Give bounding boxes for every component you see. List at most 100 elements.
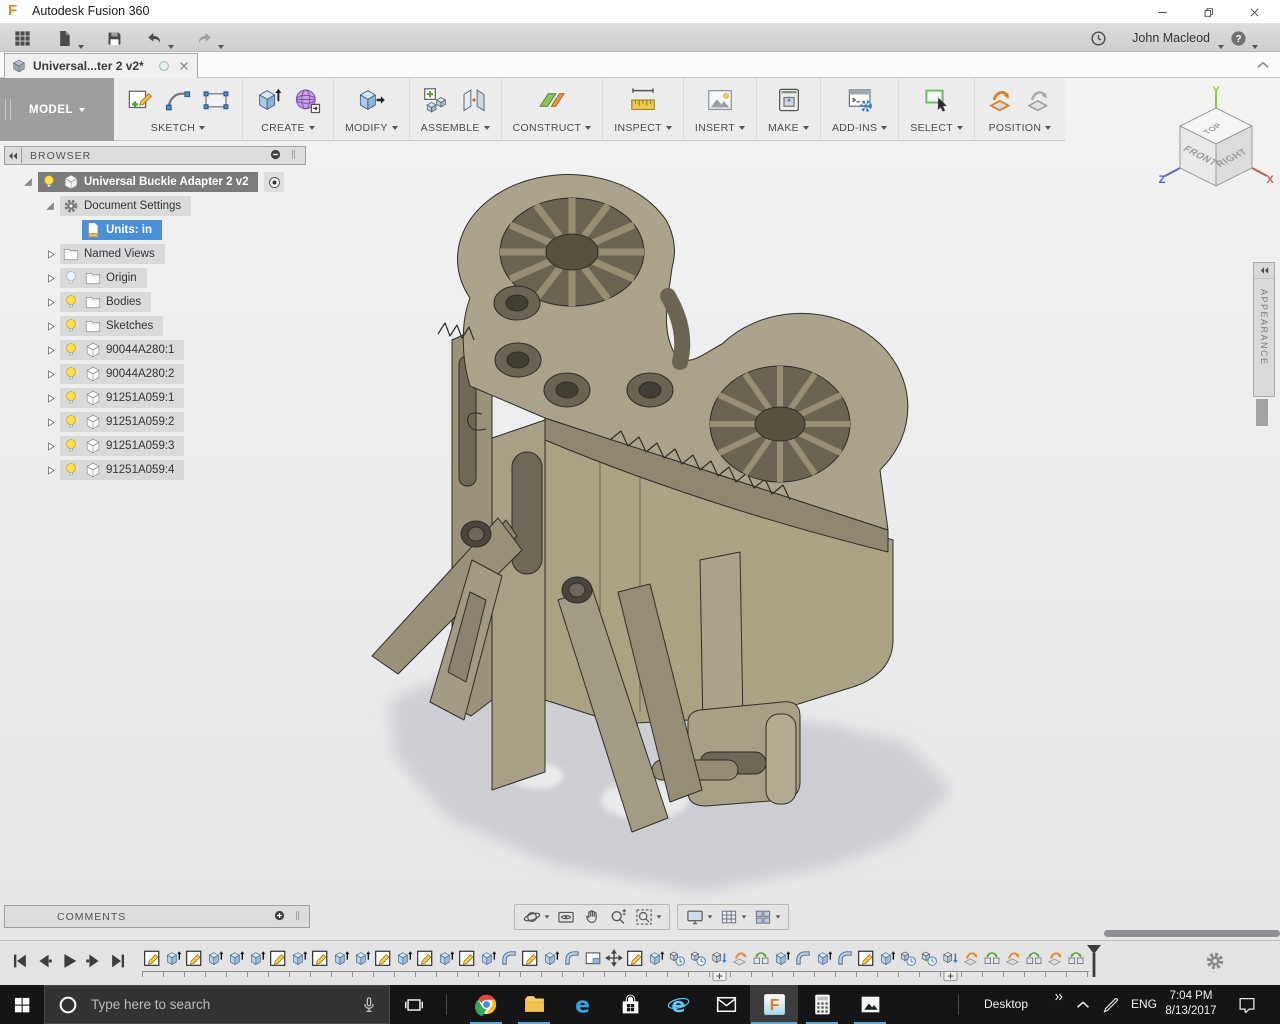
tray-desktop-toolbar[interactable]: Desktop (984, 997, 1028, 1011)
browser-item-chip[interactable]: Named Views (60, 244, 165, 264)
timeline-playhead[interactable] (1086, 945, 1102, 977)
panel-grip-icon[interactable] (287, 148, 302, 163)
timeline-feature-joint[interactable] (731, 949, 749, 967)
browser-item-chip[interactable]: Universal Buckle Adapter 2 v2 (38, 172, 258, 192)
timeline-feature-sketch[interactable] (185, 949, 203, 967)
vertical-scrollbar-thumb[interactable] (1256, 399, 1268, 426)
start-button[interactable] (0, 985, 44, 1024)
action-center-icon[interactable] (1236, 994, 1258, 1016)
browser-item-chip[interactable]: 91251A059:3 (60, 436, 184, 456)
visibility-bulb-icon[interactable] (62, 461, 80, 479)
collapse-arrow-icon[interactable] (18, 172, 38, 192)
ribbon-menu-position[interactable]: POSITION (989, 122, 1052, 134)
visibility-bulb-icon[interactable] (62, 389, 80, 407)
timeline-feature-circular[interactable] (668, 949, 686, 967)
help-button[interactable]: ? (1226, 27, 1250, 49)
measure-icon[interactable] (628, 85, 658, 115)
timeline-feature-extrude[interactable] (206, 949, 224, 967)
zoom-button[interactable] (605, 907, 631, 927)
expand-arrow-icon[interactable] (40, 388, 60, 408)
expand-arrow-icon[interactable] (40, 340, 60, 360)
timeline-feature-sketch[interactable] (311, 949, 329, 967)
ribbon-menu-addins[interactable]: ADD-INS (832, 122, 887, 134)
visibility-bulb-icon[interactable] (40, 173, 58, 191)
print-icon[interactable] (774, 85, 804, 115)
timeline-feature-fillet[interactable] (794, 949, 812, 967)
timeline-feature-circular[interactable] (899, 949, 917, 967)
view-cube[interactable]: Y Z X TOP FRONT RIGHT (1156, 86, 1276, 211)
visibility-bulb-icon[interactable] (62, 293, 80, 311)
file-menu-button[interactable] (52, 27, 76, 49)
browser-item-90044a280-1[interactable]: 90044A280:1 (4, 338, 310, 362)
collapse-arrow-icon[interactable] (40, 196, 60, 216)
ribbon-menu-assemble[interactable]: ASSEMBLE (421, 122, 490, 134)
undo-button[interactable] (142, 27, 166, 49)
pan-button[interactable] (579, 907, 605, 927)
new-component-icon[interactable] (421, 85, 451, 115)
timeline-feature-insert[interactable] (710, 949, 728, 967)
browser-item-chip[interactable]: 90044A280:1 (60, 340, 184, 360)
document-tab[interactable]: Universal...ter 2 v2* (4, 53, 198, 78)
expand-arrow-icon[interactable] (40, 460, 60, 480)
timeline-feature-extrude[interactable] (773, 949, 791, 967)
ribbon-menu-construct[interactable]: CONSTRUCT (513, 122, 592, 134)
taskbar-app-calculator[interactable] (798, 985, 846, 1024)
browser-item-91251a059-3[interactable]: 91251A059:3 (4, 434, 310, 458)
save-button[interactable] (102, 27, 126, 49)
taskbar-app-photos[interactable] (846, 985, 894, 1024)
visibility-bulb-icon[interactable] (62, 437, 80, 455)
timeline-feature-sketch[interactable] (458, 949, 476, 967)
timeline-feature-joint[interactable] (1004, 949, 1022, 967)
timeline-feature-circular[interactable] (920, 949, 938, 967)
look-at-button[interactable] (553, 907, 579, 927)
browser-item-91251a059-4[interactable]: 91251A059:4 (4, 458, 310, 482)
task-view-button[interactable] (392, 985, 436, 1024)
redo-button[interactable] (192, 27, 216, 49)
comments-bar[interactable]: COMMENTS (4, 905, 310, 928)
workspace-switcher[interactable]: MODEL (0, 78, 114, 141)
minimize-panel-icon[interactable] (269, 148, 284, 163)
browser-item-90044a280-2[interactable]: 90044A280:2 (4, 362, 310, 386)
expand-arrow-icon[interactable] (40, 316, 60, 336)
expand-arrow-icon[interactable] (40, 412, 60, 432)
visibility-bulb-icon[interactable] (62, 317, 80, 335)
minimize-button[interactable] (1140, 0, 1185, 24)
taskbar-app-internet-explorer[interactable]: e (654, 985, 702, 1024)
construct-plane-icon[interactable] (537, 85, 567, 115)
ribbon-menu-make[interactable]: MAKE (768, 122, 809, 134)
taskbar-app-fusion-360[interactable]: F (750, 985, 798, 1024)
grid-settings-button[interactable] (716, 907, 750, 927)
taskbar-app-mail[interactable] (702, 985, 750, 1024)
browser-item-units-in[interactable]: Units: in (4, 218, 310, 242)
appearance-panel-collapsed[interactable]: APPEARANCE (1253, 262, 1275, 397)
add-comment-icon[interactable] (273, 909, 288, 924)
browser-item-document-settings[interactable]: Document Settings (4, 194, 310, 218)
timeline-feature-joint[interactable] (962, 949, 980, 967)
browser-item-chip[interactable]: 90044A280:2 (60, 364, 184, 384)
timeline-feature-sketch[interactable] (626, 949, 644, 967)
visibility-bulb-icon[interactable] (62, 269, 80, 287)
ribbon-menu-insert[interactable]: INSERT (695, 122, 745, 134)
timeline-step-forward-button[interactable] (83, 950, 105, 972)
job-status-clock-icon[interactable] (1086, 27, 1110, 49)
timeline-feature-insert[interactable] (941, 949, 959, 967)
tab-close-icon[interactable] (177, 59, 191, 73)
joint-icon[interactable] (459, 85, 489, 115)
revert-position-icon[interactable] (1024, 85, 1054, 115)
microphone-icon[interactable] (359, 995, 379, 1015)
model-canvas[interactable]: BROWSER Universal Buckle Adapter 2 v2Doc… (0, 78, 1280, 940)
ribbon-menu-sketch[interactable]: SKETCH (151, 122, 205, 134)
browser-item-origin[interactable]: Origin (4, 266, 310, 290)
browser-item-chip[interactable]: Origin (60, 268, 147, 288)
timeline-feature-rigid[interactable] (752, 949, 770, 967)
viewports-button[interactable] (750, 907, 784, 927)
display-settings-button[interactable] (682, 907, 716, 927)
taskbar-app-store[interactable] (606, 985, 654, 1024)
timeline-feature-sketch[interactable] (143, 949, 161, 967)
taskbar-app-chrome[interactable] (462, 985, 510, 1024)
form-icon[interactable] (292, 85, 322, 115)
timeline-feature-sketch[interactable] (521, 949, 539, 967)
timeline-feature-fillet[interactable] (836, 949, 854, 967)
timeline-feature-move[interactable] (605, 949, 623, 967)
taskbar-app-edge[interactable]: e (558, 985, 606, 1024)
